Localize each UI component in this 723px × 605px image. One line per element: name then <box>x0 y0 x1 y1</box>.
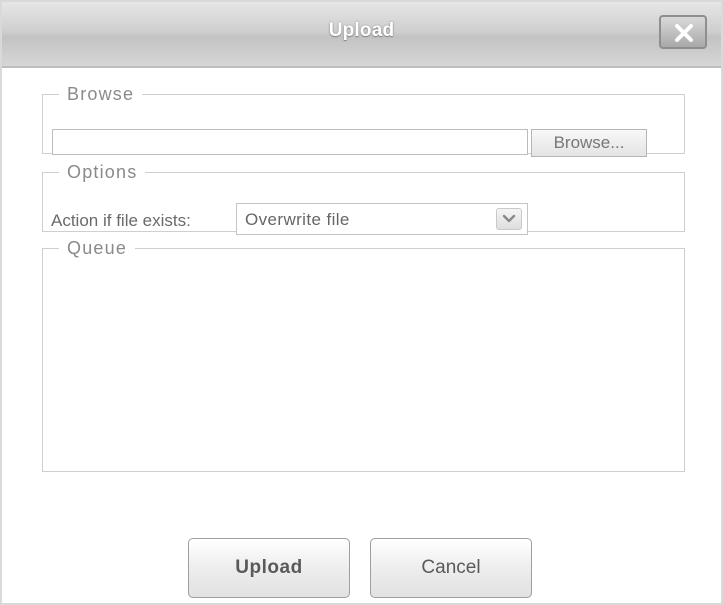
cancel-button[interactable]: Cancel <box>370 538 532 598</box>
queue-section: Queue <box>42 238 685 472</box>
close-button[interactable] <box>659 15 707 49</box>
file-exists-select[interactable]: Overwrite file <box>236 203 528 235</box>
queue-legend: Queue <box>67 238 128 258</box>
close-icon <box>675 24 693 42</box>
upload-dialog: Upload Browse Browse... Options Action i… <box>0 0 723 605</box>
options-legend: Options <box>67 162 138 182</box>
chevron-down-icon <box>502 214 516 223</box>
dialog-titlebar: Upload <box>2 2 721 68</box>
file-path-input[interactable] <box>52 129 528 155</box>
dialog-title: Upload <box>328 20 395 41</box>
browse-button[interactable]: Browse... <box>531 129 647 157</box>
browse-legend: Browse <box>67 84 135 104</box>
dropdown-toggle[interactable] <box>496 208 522 230</box>
options-section: Options Action if file exists: Overwrite… <box>42 162 685 235</box>
file-exists-selected-value: Overwrite file <box>245 210 350 229</box>
browse-section: Browse Browse... <box>42 84 685 157</box>
upload-button[interactable]: Upload <box>188 538 350 598</box>
queue-list <box>43 283 684 471</box>
file-exists-label: Action if file exists: <box>51 211 191 230</box>
